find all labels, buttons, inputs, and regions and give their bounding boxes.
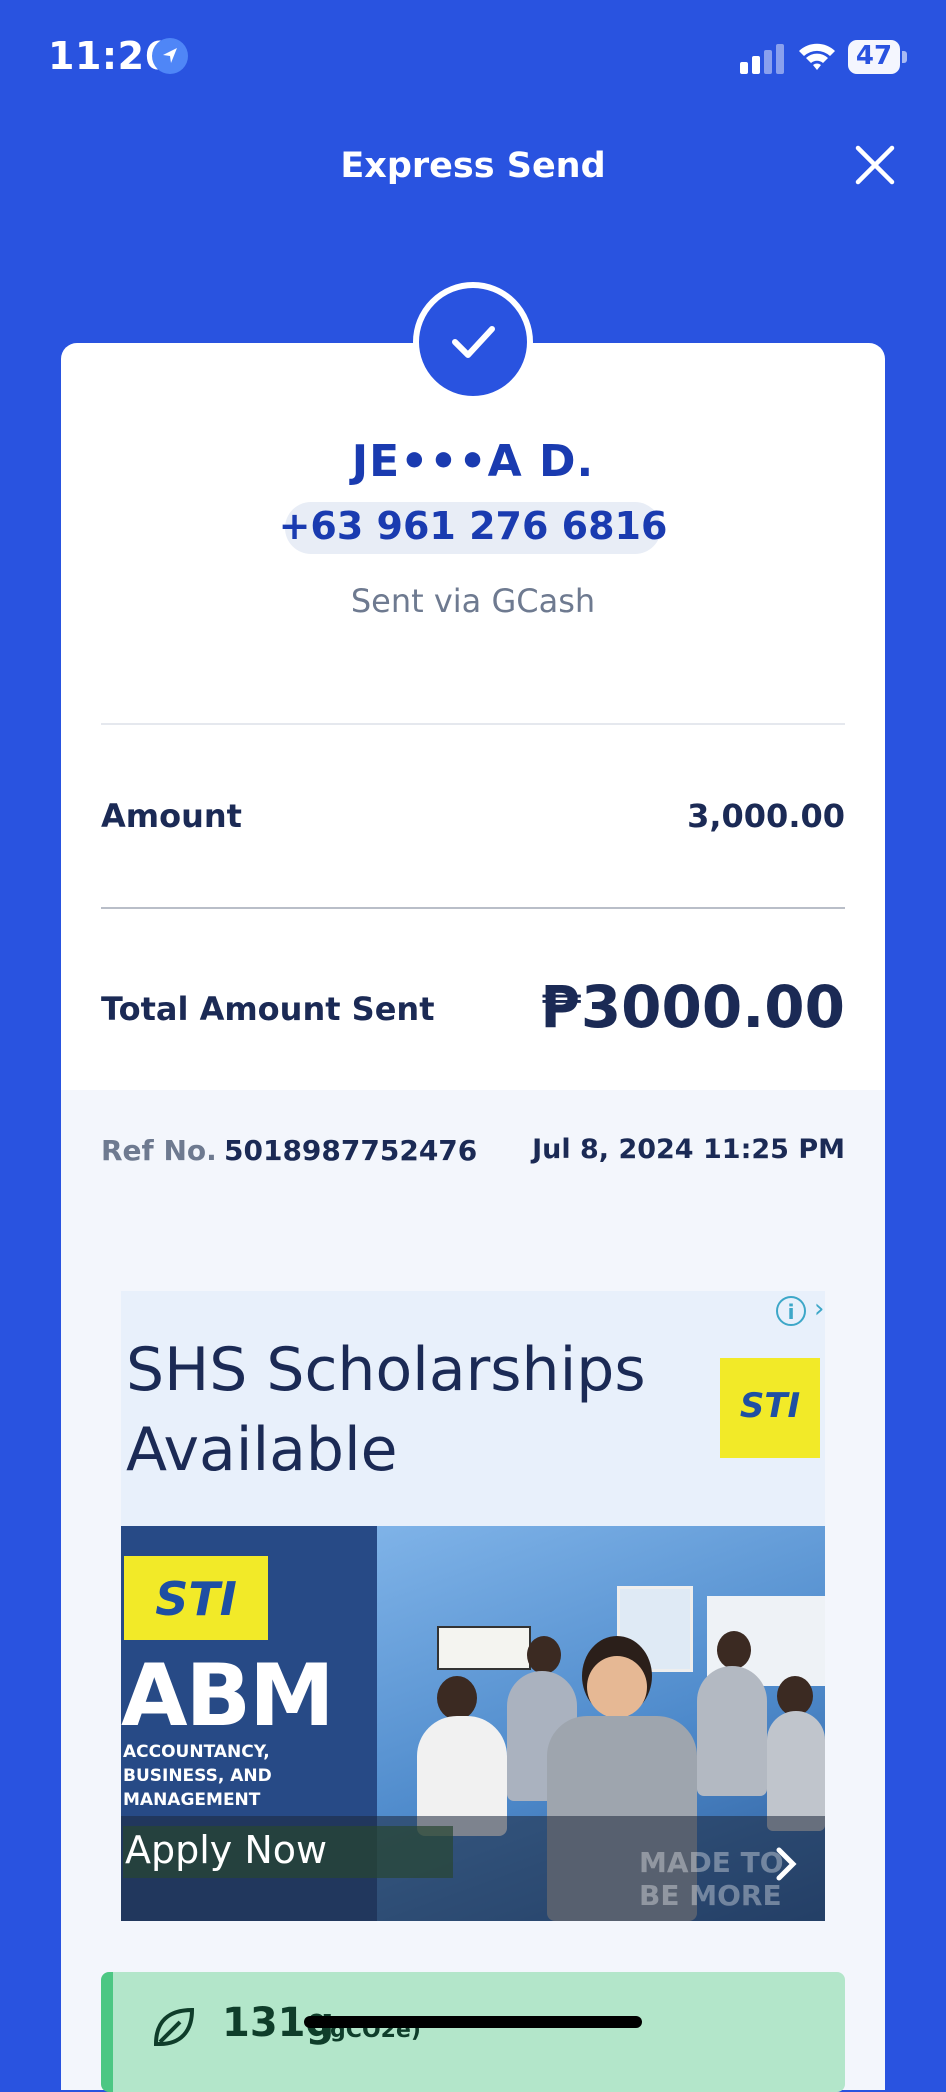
sti-logo: STI bbox=[720, 1358, 820, 1458]
close-icon bbox=[855, 145, 895, 185]
amount-label: Amount bbox=[101, 797, 242, 835]
sti-badge-text: STI bbox=[155, 1572, 237, 1626]
ref-label: Ref No. bbox=[101, 1134, 217, 1167]
battery-level: 47 bbox=[855, 41, 893, 71]
close-button[interactable] bbox=[850, 140, 900, 190]
amount-value: 3,000.00 bbox=[687, 797, 845, 835]
leaf-icon bbox=[148, 2002, 198, 2052]
success-check-icon bbox=[413, 282, 533, 402]
wifi-icon bbox=[796, 38, 838, 74]
ad-strand: ABM bbox=[121, 1646, 335, 1746]
ref-number[interactable]: 5018987752476 bbox=[224, 1134, 477, 1167]
home-indicator bbox=[304, 2016, 642, 2028]
recipient-phone: +63 961 276 6816 bbox=[278, 504, 668, 548]
chevron-right-icon[interactable] bbox=[771, 1844, 801, 1884]
ad-banner-image[interactable]: STI ABM ACCOUNTANCY, BUSINESS, AND MANAG… bbox=[121, 1526, 825, 1921]
transaction-datetime: Jul 8, 2024 11:25 PM bbox=[532, 1134, 845, 1165]
divider bbox=[101, 907, 845, 909]
ad-info-icon[interactable]: i bbox=[776, 1296, 806, 1326]
cellular-signal-icon bbox=[740, 42, 788, 74]
total-amount: ₱3000.00 bbox=[540, 973, 845, 1041]
ad-headline[interactable]: SHS Scholarships Available bbox=[126, 1330, 686, 1490]
sent-via-label: Sent via GCash bbox=[350, 582, 596, 620]
divider bbox=[101, 723, 845, 725]
recipient-name: JE•••A D. bbox=[351, 436, 595, 487]
sti-badge: STI bbox=[124, 1556, 268, 1640]
location-arrow-icon bbox=[152, 38, 188, 74]
battery-icon: 47 bbox=[848, 40, 908, 74]
apply-now-label: Apply Now bbox=[125, 1828, 328, 1872]
total-label: Total Amount Sent bbox=[101, 990, 435, 1028]
page-title: Express Send bbox=[340, 146, 606, 186]
ad-strand-desc: ACCOUNTANCY, BUSINESS, AND MANAGEMENT bbox=[123, 1742, 272, 1810]
ad-close-icon[interactable]: › bbox=[814, 1294, 824, 1324]
sti-logo-text: STI bbox=[739, 1386, 801, 1426]
carbon-footprint-box bbox=[101, 1972, 845, 2092]
